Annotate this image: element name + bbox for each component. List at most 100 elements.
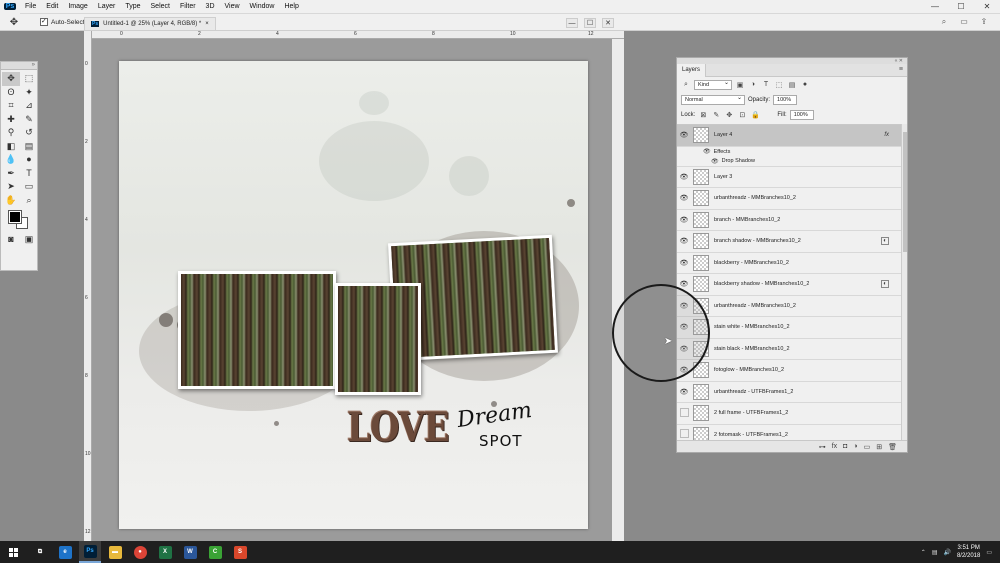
menu-file[interactable]: File: [20, 0, 41, 14]
pen-tool-icon[interactable]: ✒: [2, 167, 20, 181]
effects-row[interactable]: 👁 Effects: [677, 146, 901, 157]
shape-tool-icon[interactable]: ▭: [20, 180, 38, 194]
layer-row[interactable]: 👁 urbanthreadz - UTFBFrames1_2: [677, 381, 901, 403]
zoom-tool-icon[interactable]: ⌕: [20, 194, 38, 208]
hand-tool-icon[interactable]: ✋: [2, 194, 20, 208]
dodge-tool-icon[interactable]: ●: [20, 153, 38, 167]
filter-toggle-icon[interactable]: ●: [800, 81, 810, 88]
taskbar-app-word[interactable]: W: [179, 541, 201, 563]
eye-icon[interactable]: 👁: [677, 259, 691, 267]
workspace-icon[interactable]: ▭: [958, 16, 970, 28]
menu-help[interactable]: Help: [279, 0, 303, 14]
canvas[interactable]: LOVE Dream SPOT: [119, 61, 588, 529]
network-icon[interactable]: ▤: [932, 549, 938, 556]
smart-filter-icon[interactable]: ◐: [881, 280, 889, 289]
taskbar-app-edge[interactable]: e: [54, 541, 76, 563]
kind-filter-select[interactable]: Kind: [694, 79, 732, 90]
link-layers-icon[interactable]: ⊶: [819, 443, 826, 451]
fill-field[interactable]: 100%: [789, 109, 814, 120]
close-button[interactable]: ✕: [974, 0, 1000, 14]
brush-tool-icon[interactable]: ✎: [20, 113, 38, 127]
start-button[interactable]: [0, 541, 26, 563]
layer-row[interactable]: 2 full frame - UTFBFrames1_2: [677, 403, 901, 425]
screen-mode-icon[interactable]: ▣: [20, 233, 38, 247]
layer-row[interactable]: 👁 fotoglow - MMBranches10_2: [677, 360, 901, 382]
volume-icon[interactable]: 🔊: [943, 549, 950, 556]
menu-3d[interactable]: 3D: [201, 0, 220, 14]
blur-tool-icon[interactable]: 💧: [2, 153, 20, 167]
eye-icon[interactable]: 👁: [677, 237, 691, 245]
menu-window[interactable]: Window: [245, 0, 280, 14]
new-group-icon[interactable]: ▭: [864, 443, 871, 451]
document-tab-close-icon[interactable]: ×: [205, 21, 209, 27]
smart-filter-icon[interactable]: ◐: [881, 237, 889, 246]
search-icon[interactable]: ⌕: [938, 16, 950, 28]
eye-icon[interactable]: 👁: [711, 158, 719, 165]
menu-filter[interactable]: Filter: [175, 0, 201, 14]
fx-badge[interactable]: fx: [884, 132, 889, 138]
type-tool-icon[interactable]: T: [20, 167, 38, 181]
layer-row[interactable]: 👁 urbanthreadz - MMBranches10_2: [677, 188, 901, 210]
filter-adjustment-icon[interactable]: ◑: [748, 81, 758, 88]
eye-icon[interactable]: 👁: [677, 216, 691, 224]
eye-icon[interactable]: 👁: [677, 388, 691, 396]
ruler-vertical[interactable]: 0 2 4 6 8 10 12: [84, 31, 92, 541]
move-tool-icon[interactable]: ✥: [2, 72, 20, 86]
lock-position-icon[interactable]: ✥: [724, 111, 734, 119]
panel-menu-icon[interactable]: ≡: [899, 66, 903, 73]
auto-select-checkbox[interactable]: [40, 17, 48, 26]
menu-edit[interactable]: Edit: [41, 0, 63, 14]
blend-mode-select[interactable]: Normal: [681, 94, 745, 105]
eraser-tool-icon[interactable]: ◧: [2, 140, 20, 154]
taskbar-app-photoshop[interactable]: Ps: [79, 541, 101, 563]
lasso-tool-icon[interactable]: ʘ: [2, 86, 20, 100]
magic-wand-tool-icon[interactable]: ✦: [20, 86, 38, 100]
menu-view[interactable]: View: [220, 0, 245, 14]
taskbar-app-chrome[interactable]: ●: [129, 541, 151, 563]
history-brush-tool-icon[interactable]: ↺: [20, 126, 38, 140]
visibility-off-icon[interactable]: [677, 408, 691, 419]
trash-icon[interactable]: 🗑: [888, 443, 897, 451]
filter-shape-icon[interactable]: ⬚: [774, 81, 784, 89]
doc-minimize-button[interactable]: —: [566, 18, 578, 28]
taskbar-app-file-explorer[interactable]: ▬: [104, 541, 126, 563]
opacity-field[interactable]: 100%: [773, 94, 798, 105]
layers-scrollbar-thumb[interactable]: [903, 132, 907, 252]
marquee-tool-icon[interactable]: ⬚: [20, 72, 38, 86]
tools-panel-header[interactable]: »: [1, 62, 37, 70]
foreground-color-swatch[interactable]: [8, 210, 22, 224]
document-tab[interactable]: Ps Untitled-1 @ 25% (Layer 4, RGB/8) * ×: [84, 17, 216, 30]
tray-chevron-icon[interactable]: ⌃: [921, 549, 926, 556]
doc-close-button[interactable]: ✕: [602, 18, 614, 28]
minimize-button[interactable]: —: [922, 0, 948, 14]
new-layer-icon[interactable]: ⊞: [876, 443, 882, 451]
healing-brush-tool-icon[interactable]: ✚: [2, 113, 20, 127]
doc-maximize-button[interactable]: ☐: [584, 18, 596, 28]
move-tool-preset-icon[interactable]: ✥: [6, 15, 22, 29]
crop-tool-icon[interactable]: ⌗: [2, 99, 20, 113]
clock[interactable]: 3:51 PM 8/2/2018: [957, 544, 980, 560]
gradient-tool-icon[interactable]: ▤: [20, 140, 38, 154]
tab-layers[interactable]: Layers: [677, 64, 707, 77]
clone-stamp-tool-icon[interactable]: ⚲: [2, 126, 20, 140]
taskbar-app-excel[interactable]: X: [154, 541, 176, 563]
lock-artboard-icon[interactable]: ⊡: [737, 111, 747, 119]
taskbar-app-camtasia[interactable]: C: [204, 541, 226, 563]
layers-scrollbar[interactable]: [901, 124, 907, 442]
drop-shadow-row[interactable]: 👁 Drop Shadow: [677, 156, 901, 167]
filter-smart-object-icon[interactable]: ▤: [787, 81, 797, 89]
layer-row[interactable]: 👁 stain black - MMBranches10_2: [677, 338, 901, 360]
add-style-icon[interactable]: fx: [832, 443, 837, 450]
lock-transparent-icon[interactable]: ⊠: [698, 111, 708, 119]
taskbar-app-snagit[interactable]: S: [229, 541, 251, 563]
menu-type[interactable]: Type: [120, 0, 145, 14]
notifications-icon[interactable]: ▭: [986, 549, 992, 556]
taskbar-app-task-view[interactable]: ⧉: [29, 541, 51, 563]
eye-icon[interactable]: 👁: [677, 131, 691, 139]
visibility-off-icon[interactable]: [677, 429, 691, 440]
eye-icon[interactable]: 👁: [677, 173, 691, 181]
menu-layer[interactable]: Layer: [93, 0, 121, 14]
lock-all-icon[interactable]: 🔒: [750, 111, 760, 119]
lock-pixels-icon[interactable]: ✎: [711, 111, 721, 119]
eye-icon[interactable]: 👁: [703, 148, 711, 155]
